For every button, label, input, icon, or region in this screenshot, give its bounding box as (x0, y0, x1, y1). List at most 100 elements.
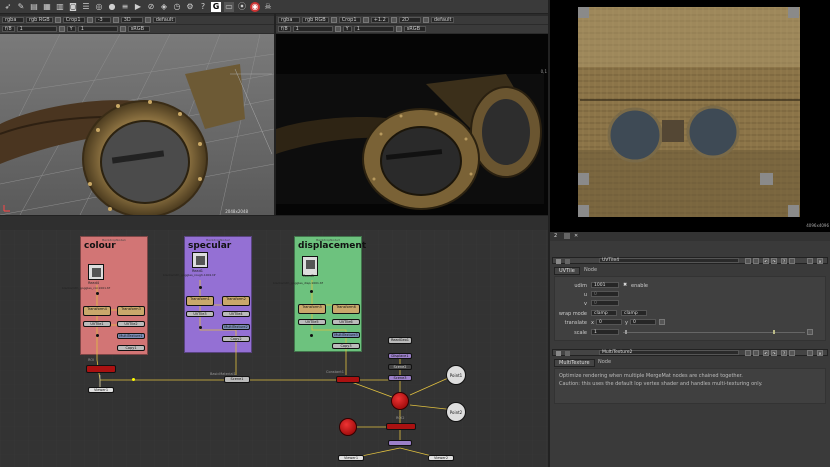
uvtile4-name-field[interactable]: UVTile4 (599, 258, 739, 263)
scene3-node[interactable]: Scene3 (388, 375, 412, 381)
dot-node[interactable] (310, 290, 313, 293)
y-icon[interactable] (58, 26, 65, 32)
scene2-node[interactable]: Scene2 (388, 364, 412, 370)
uvtile1-node[interactable]: UVTile1 (83, 321, 111, 327)
node-graph[interactable]: BackdropNode1 colour BackdropNode2 specu… (0, 230, 548, 467)
purple-node[interactable] (388, 440, 412, 446)
scale-slider[interactable] (623, 332, 805, 336)
colorspace-dropdown[interactable]: sRGB (127, 26, 150, 32)
mode-dropdown[interactable]: 2D (398, 17, 421, 23)
viewer1-3d-viewport[interactable]: 2048x2048 (0, 34, 274, 215)
rgb-dropdown[interactable]: rgb RGB (302, 17, 329, 23)
translate-y-input[interactable]: 0 (630, 319, 656, 325)
u-input[interactable]: 0 (591, 291, 619, 297)
record-icon[interactable]: ◉ (250, 1, 260, 12)
color-icon[interactable] (753, 258, 759, 264)
undo-icon[interactable]: ↶ (763, 350, 769, 356)
point1-node[interactable]: Point1 (446, 365, 466, 385)
udim-input[interactable]: 1001 (591, 282, 619, 288)
constant-node[interactable] (336, 376, 360, 383)
list-icon[interactable]: ☰ (81, 2, 91, 12)
help-icon[interactable]: ? (781, 258, 787, 264)
viewer1-node[interactable]: Viewer1 (88, 387, 114, 393)
center-icon[interactable] (745, 350, 751, 356)
tab-uvtile[interactable]: UVTile (554, 267, 580, 275)
wrap-u-dropdown[interactable]: clamp (591, 310, 617, 316)
swatch-icon[interactable] (86, 17, 93, 23)
viewer3-texture-viewport[interactable]: 4096x4096 (550, 0, 830, 232)
v-input[interactable]: 0 (591, 300, 619, 306)
viewer-node[interactable]: Viewer1 (338, 455, 364, 461)
collapse-icon[interactable] (556, 259, 561, 264)
gamma-field[interactable]: 1 (353, 26, 394, 32)
multitexture2-name-field[interactable]: MultiTexture2 (599, 350, 739, 355)
wrap-v-dropdown[interactable]: clamp (621, 310, 647, 316)
multitexture2-panel-header[interactable]: MultiTexture2 ↶ ↷ ? ✕ (552, 349, 828, 356)
vertical-divider[interactable] (274, 14, 276, 216)
mode-dropdown[interactable]: 3D (120, 17, 143, 23)
play-icon[interactable]: ▶ (133, 2, 143, 12)
float-icon[interactable] (807, 350, 813, 356)
mask-icon[interactable] (395, 26, 402, 32)
lut-dropdown[interactable]: default (430, 17, 455, 23)
readgeo1-node[interactable]: ReadGeo1 (388, 337, 412, 344)
crop-dropdown[interactable]: Crop1 (62, 17, 85, 23)
tab-node[interactable]: Node (580, 267, 601, 275)
node-color-icon[interactable] (565, 351, 570, 356)
clock-icon[interactable]: ◷ (172, 2, 182, 12)
multitexture1-node[interactable]: MultiTexture1 (117, 333, 145, 339)
lock-icon[interactable] (390, 17, 397, 23)
swatch-icon[interactable] (362, 17, 369, 23)
uvtile5-node[interactable]: UVTile5 (298, 319, 326, 325)
bars-icon[interactable]: ≡ (120, 2, 130, 12)
tab-multitexture[interactable]: MultiTexture (554, 359, 595, 367)
close-icon[interactable]: ✕ (817, 258, 823, 264)
roi2-node[interactable] (386, 423, 416, 430)
dot-node[interactable] (96, 292, 99, 295)
multitexture2-node[interactable]: MultiTexture2 (222, 324, 250, 330)
skull-icon[interactable]: ☠ (263, 2, 273, 12)
help-icon[interactable]: ? (198, 2, 208, 12)
revert-icon[interactable] (789, 258, 795, 264)
props-close-icon[interactable]: ✕ (574, 233, 578, 239)
proxy-dropdown[interactable]: +1.2 (370, 17, 389, 23)
uvtile4-panel-header[interactable]: UVTile4 ↶ ↷ ? ✕ (552, 257, 828, 264)
pointer-icon[interactable]: ➶ (3, 2, 13, 12)
globe-icon[interactable]: ◎ (94, 2, 104, 12)
read4-thumbnail[interactable] (88, 264, 104, 280)
float-icon[interactable] (807, 258, 813, 264)
copy1-node[interactable]: Copy1 (117, 345, 145, 351)
roi-node[interactable] (86, 365, 116, 373)
camera-icon[interactable]: ◙ (68, 2, 78, 12)
panel-divider[interactable] (0, 215, 548, 230)
colorspace-dropdown[interactable]: sRGB (403, 26, 426, 32)
close-icon[interactable]: ✕ (817, 350, 823, 356)
transform6-node[interactable]: Transform6 (332, 304, 360, 314)
grid-icon[interactable]: ▦ (42, 2, 52, 12)
uvtile6-node[interactable]: UVTile6 (332, 319, 360, 325)
uvtile4-node[interactable]: UVTile4 (222, 311, 250, 317)
dot-node[interactable] (199, 326, 202, 329)
props-pin-icon[interactable] (564, 233, 570, 239)
mask-icon[interactable] (119, 26, 126, 32)
gain-field[interactable]: 1 (292, 26, 333, 32)
render-node[interactable] (391, 392, 409, 410)
tab-node[interactable]: Node (594, 359, 615, 367)
translate-x-input[interactable]: 0 (596, 319, 622, 325)
lock-icon[interactable] (112, 17, 119, 23)
transform3-node[interactable]: Transform3 (117, 306, 145, 316)
multitexture3-node[interactable]: MultiTexture3 (332, 332, 360, 338)
undo-icon[interactable]: ↶ (763, 258, 769, 264)
point2-node[interactable]: Point2 (446, 402, 466, 422)
enable-checkbox-icon[interactable]: ✖ (623, 282, 627, 288)
dot-node[interactable] (96, 334, 99, 337)
viewer2-render-viewport[interactable]: 0,1 (276, 34, 548, 215)
table-icon[interactable]: ▥ (55, 2, 65, 12)
redo-icon[interactable]: ↷ (771, 258, 777, 264)
read1-thumbnail[interactable] (192, 252, 208, 268)
no-icon[interactable]: ⊘ (146, 2, 156, 12)
help-icon[interactable]: ? (781, 350, 787, 356)
copy2-node[interactable]: Copy2 (222, 336, 250, 342)
proxy-dropdown[interactable]: -3 (94, 17, 111, 23)
swatch-icon[interactable] (54, 17, 61, 23)
